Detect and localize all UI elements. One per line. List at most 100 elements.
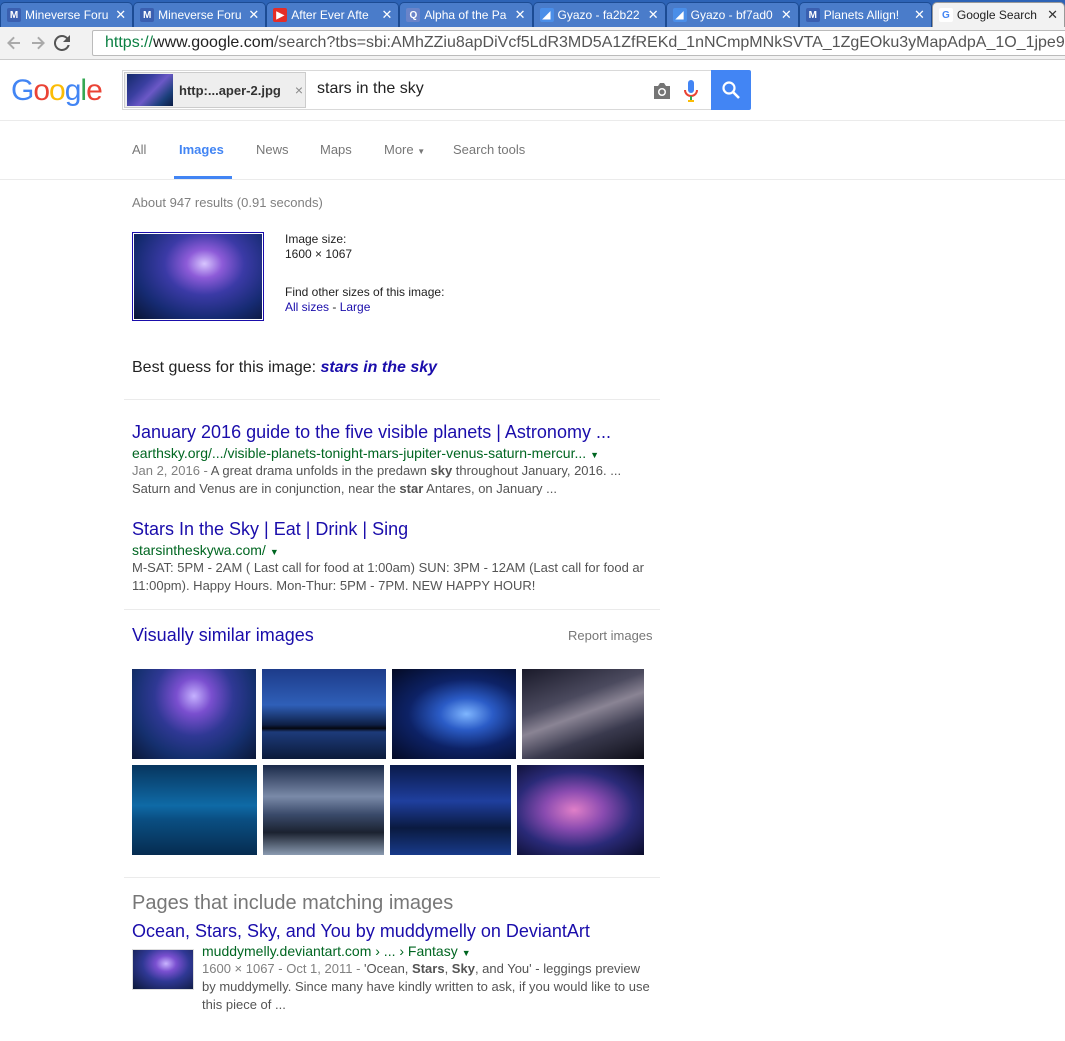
tab-more[interactable]: More ▼ — [384, 142, 425, 157]
url-scheme: https:// — [105, 34, 154, 51]
browser-tab[interactable]: M Mineverse Foru ✕ — [133, 2, 267, 27]
snippet-text: Saturn and Venus are in conjunction, nea… — [132, 481, 400, 496]
forward-button[interactable] — [26, 31, 50, 55]
search-result: Stars In the Sky | Eat | Drink | Sing st… — [132, 519, 652, 595]
google-logo[interactable]: Google — [11, 74, 103, 108]
tab-close-icon[interactable]: ✕ — [1047, 7, 1058, 23]
large-size-link[interactable]: Large — [340, 300, 371, 314]
search-icon — [722, 81, 740, 99]
search-button[interactable] — [711, 70, 751, 110]
match-snippet: 1600 × 1067 - Oct 1, 2011 - 'Ocean, Star… — [202, 960, 652, 1014]
similar-images-title[interactable]: Visually similar images — [132, 625, 314, 646]
browser-tab[interactable]: M Planets Allign! ✕ — [798, 2, 932, 27]
best-guess-label: Best guess for this image: — [132, 359, 321, 376]
browser-tab[interactable]: M Mineverse Foru ✕ — [0, 2, 134, 27]
tab-close-icon[interactable]: ✕ — [781, 7, 792, 23]
query-image-picture — [134, 234, 262, 319]
snippet-bold: Sky — [451, 961, 475, 976]
result-title-link[interactable]: Stars In the Sky | Eat | Drink | Sing — [132, 519, 652, 540]
other-sizes-label: Find other sizes of this image: — [285, 285, 445, 299]
snippet-text: A great drama unfolds in the predawn — [210, 463, 431, 478]
tab-close-icon[interactable]: ✕ — [248, 7, 259, 23]
image-chip-close-icon[interactable]: × — [295, 82, 303, 98]
quotev-icon: Q — [406, 8, 421, 22]
result-menu-caret-icon[interactable]: ▼ — [270, 547, 279, 557]
url-path: /search?tbs=sbi:AMhZZiu8apDiVcf5LdR3MD5A… — [273, 34, 1065, 51]
tab-close-icon[interactable]: ✕ — [115, 7, 126, 23]
mineverse-icon: M — [140, 8, 155, 22]
search-image-chip[interactable]: http:...aper-2.jpg × — [124, 72, 306, 108]
image-info: Image size: 1600 × 1067 Find other sizes… — [285, 232, 444, 315]
browser-tab[interactable]: ◢ Gyazo - fa2b22 ✕ — [532, 2, 666, 27]
browser-tab[interactable]: G Google Search ✕ — [931, 2, 1065, 27]
query-image[interactable] — [132, 232, 264, 321]
result-date: Jan 2, 2016 - — [132, 463, 211, 478]
similar-image[interactable] — [263, 765, 384, 855]
snippet-text: Antares, on January ... — [423, 481, 557, 496]
match-thumbnail[interactable] — [132, 949, 194, 990]
microphone-icon[interactable] — [683, 79, 699, 103]
result-menu-caret-icon[interactable]: ▼ — [590, 450, 599, 460]
match-menu-caret-icon[interactable]: ▼ — [462, 948, 471, 958]
divider — [124, 877, 660, 878]
tab-close-icon[interactable]: ✕ — [648, 7, 659, 23]
similar-image[interactable] — [390, 765, 511, 855]
image-size-value: 1600 × 1067 — [285, 247, 353, 261]
match-url: muddymelly.deviantart.com › ... › Fantas… — [202, 943, 652, 959]
tab-maps[interactable]: Maps — [320, 142, 352, 157]
tab-title: Google Search — [956, 8, 1037, 22]
address-bar[interactable]: https://www.google.com/search?tbs=sbi:AM… — [92, 30, 1065, 56]
tab-close-icon[interactable]: ✕ — [914, 7, 925, 23]
youtube-icon: ▶ — [273, 8, 288, 22]
tab-all[interactable]: All — [132, 142, 146, 157]
tab-close-icon[interactable]: ✕ — [515, 7, 526, 23]
report-images-link[interactable]: Report images — [568, 628, 653, 643]
similar-image[interactable] — [262, 669, 386, 759]
similar-image[interactable] — [132, 669, 256, 759]
reload-button[interactable] — [50, 31, 74, 55]
result-stats: About 947 results (0.91 seconds) — [132, 195, 323, 210]
mineverse-icon: M — [7, 8, 21, 22]
logo-letter: G — [11, 74, 34, 107]
similar-image[interactable] — [132, 765, 257, 855]
image-size-label: Image size: — [285, 232, 347, 246]
tab-close-icon[interactable]: ✕ — [381, 7, 392, 23]
browser-tab[interactable]: Q Alpha of the Pa ✕ — [399, 2, 533, 27]
camera-icon[interactable] — [651, 81, 673, 101]
result-url: earthsky.org/.../visible-planets-tonight… — [132, 445, 652, 461]
matching-page-result: Ocean, Stars, Sky, and You by muddymelly… — [132, 921, 652, 1012]
browser-tab[interactable]: ▶ After Ever Afte ✕ — [266, 2, 400, 27]
result-url-text: earthsky.org/.../visible-planets-tonight… — [132, 445, 587, 461]
browser-tabstrip: M Mineverse Foru ✕ M Mineverse Foru ✕ ▶ After E… — [0, 0, 1065, 27]
browser-toolbar: https://www.google.com/search?tbs=sbi:AM… — [0, 27, 1065, 60]
search-input[interactable]: stars in the sky — [317, 80, 424, 98]
snippet-text: throughout January, 2016. ... — [452, 463, 622, 478]
result-title-link[interactable]: January 2016 guide to the five visible p… — [132, 422, 652, 443]
image-chip-label: http:...aper-2.jpg — [179, 82, 281, 98]
result-url: starsintheskywa.com/ ▼ — [132, 542, 652, 558]
result-snippet: Jan 2, 2016 - A great drama unfolds in t… — [132, 462, 652, 498]
browser-tab[interactable]: ◢ Gyazo - bf7ad0 ✕ — [665, 2, 799, 27]
match-body: muddymelly.deviantart.com › ... › Fantas… — [202, 941, 652, 1014]
result-url-text: starsintheskywa.com/ — [132, 542, 266, 558]
search-tools-button[interactable]: Search tools — [453, 142, 525, 157]
search-tabs: All Images News Maps More ▼ Search tools — [0, 121, 1065, 180]
search-box[interactable]: http:...aper-2.jpg × stars in the sky — [122, 70, 711, 110]
back-button[interactable] — [2, 31, 26, 55]
tab-more-label: More — [384, 142, 414, 157]
size-link-separator: - — [329, 300, 340, 314]
similar-image[interactable] — [522, 669, 644, 759]
url-host: www.google.com — [153, 34, 274, 51]
match-title-link[interactable]: Ocean, Stars, Sky, and You by muddymelly… — [132, 921, 652, 942]
best-guess-link[interactable]: stars in the sky — [321, 359, 438, 376]
query-image-thumbnail — [127, 74, 173, 106]
similar-image[interactable] — [392, 669, 516, 759]
tab-images[interactable]: Images — [179, 142, 224, 157]
tab-news[interactable]: News — [256, 142, 289, 157]
all-sizes-link[interactable]: All sizes — [285, 300, 329, 314]
snippet-text: 'Ocean, — [364, 961, 413, 976]
search-result: January 2016 guide to the five visible p… — [132, 422, 652, 498]
tab-title: Gyazo - fa2b22 — [557, 8, 640, 22]
forward-arrow-icon — [32, 36, 45, 50]
similar-image[interactable] — [517, 765, 644, 855]
